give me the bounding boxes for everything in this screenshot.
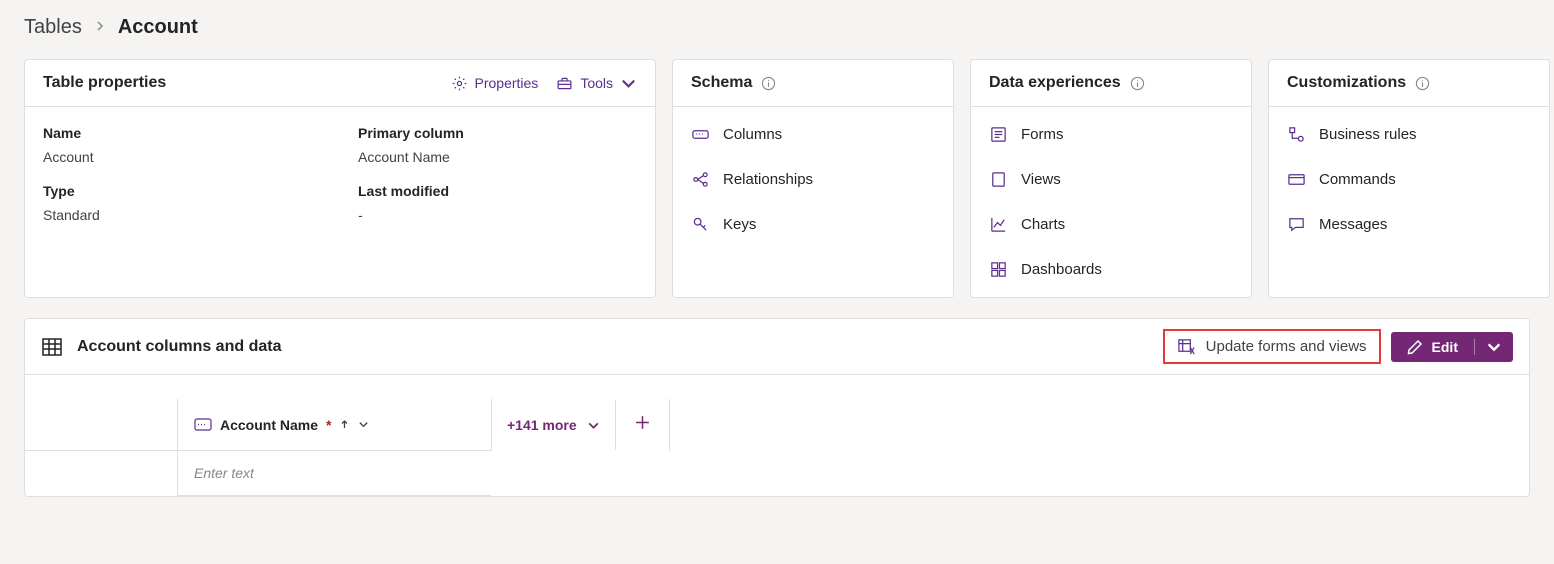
info-icon[interactable]	[1130, 76, 1145, 91]
forms-icon	[989, 125, 1008, 144]
messages-link[interactable]: Messages	[1287, 215, 1531, 234]
data-experiences-card: Data experiences Forms Views Charts	[970, 59, 1252, 298]
columns-icon	[691, 125, 710, 144]
prop-type-value: Standard	[43, 207, 322, 223]
edit-button[interactable]: Edit	[1391, 332, 1513, 362]
edit-dropdown-button[interactable]	[1474, 339, 1513, 355]
section-title: Account columns and data	[77, 338, 281, 356]
chevron-down-icon	[358, 419, 369, 430]
prop-primary-value: Account Name	[358, 149, 637, 165]
keys-icon	[691, 215, 710, 234]
card-title: Schema	[691, 74, 752, 92]
forms-link[interactable]: Forms	[989, 125, 1233, 144]
prop-primary-label: Primary column	[358, 125, 637, 141]
table-properties-card: Table properties Properties Tools	[24, 59, 656, 298]
views-link[interactable]: Views	[989, 170, 1233, 189]
update-forms-icon	[1177, 337, 1196, 356]
commands-link[interactable]: Commands	[1287, 170, 1531, 189]
grid-gutter	[25, 399, 177, 451]
info-icon[interactable]	[761, 76, 776, 91]
business-rules-link[interactable]: Business rules	[1287, 125, 1531, 144]
schema-columns-link[interactable]: Columns	[691, 125, 935, 144]
add-column-button[interactable]	[615, 400, 669, 450]
plus-icon	[634, 414, 651, 431]
row-gutter	[25, 451, 177, 496]
prop-modified-value: -	[358, 207, 637, 223]
breadcrumb-parent[interactable]: Tables	[24, 16, 82, 39]
commands-icon	[1287, 170, 1306, 189]
chevron-right-icon	[94, 19, 106, 37]
prop-type-label: Type	[43, 183, 322, 199]
messages-icon	[1287, 215, 1306, 234]
prop-modified-label: Last modified	[358, 183, 637, 199]
prop-name-value: Account	[43, 149, 322, 165]
update-forms-views-button[interactable]: Update forms and views	[1163, 329, 1381, 364]
sort-asc-icon	[339, 419, 350, 430]
card-title: Customizations	[1287, 74, 1406, 92]
card-title: Table properties	[43, 74, 166, 92]
properties-button[interactable]: Properties	[451, 75, 539, 92]
charts-link[interactable]: Charts	[989, 215, 1233, 234]
prop-name-label: Name	[43, 125, 322, 141]
more-columns-button[interactable]: +141 more	[492, 403, 615, 447]
new-row-input[interactable]: Enter text	[177, 451, 491, 496]
chevron-down-icon	[1486, 339, 1502, 355]
card-title: Data experiences	[989, 74, 1121, 92]
charts-icon	[989, 215, 1008, 234]
required-indicator: *	[326, 417, 331, 433]
gear-icon	[451, 75, 468, 92]
business-rules-icon	[1287, 125, 1306, 144]
breadcrumb: Tables Account	[24, 16, 1530, 39]
toolbox-icon	[556, 75, 573, 92]
customizations-card: Customizations Business rules Commands M…	[1268, 59, 1550, 298]
dashboards-icon	[989, 260, 1008, 279]
breadcrumb-current: Account	[118, 16, 198, 39]
column-header-account-name[interactable]: Account Name *	[177, 399, 491, 451]
views-icon	[989, 170, 1008, 189]
chevron-down-icon	[620, 75, 637, 92]
dashboards-link[interactable]: Dashboards	[989, 260, 1233, 279]
relationships-icon	[691, 170, 710, 189]
schema-card: Schema Columns Relationships Keys	[672, 59, 954, 298]
text-column-icon	[194, 418, 212, 431]
pencil-icon	[1407, 339, 1423, 355]
chevron-down-icon	[587, 419, 600, 432]
table-icon	[41, 336, 63, 358]
columns-and-data-section: Account columns and data Update forms an…	[24, 318, 1530, 497]
schema-keys-link[interactable]: Keys	[691, 215, 935, 234]
schema-relationships-link[interactable]: Relationships	[691, 170, 935, 189]
tools-button[interactable]: Tools	[556, 75, 637, 92]
info-icon[interactable]	[1415, 76, 1430, 91]
